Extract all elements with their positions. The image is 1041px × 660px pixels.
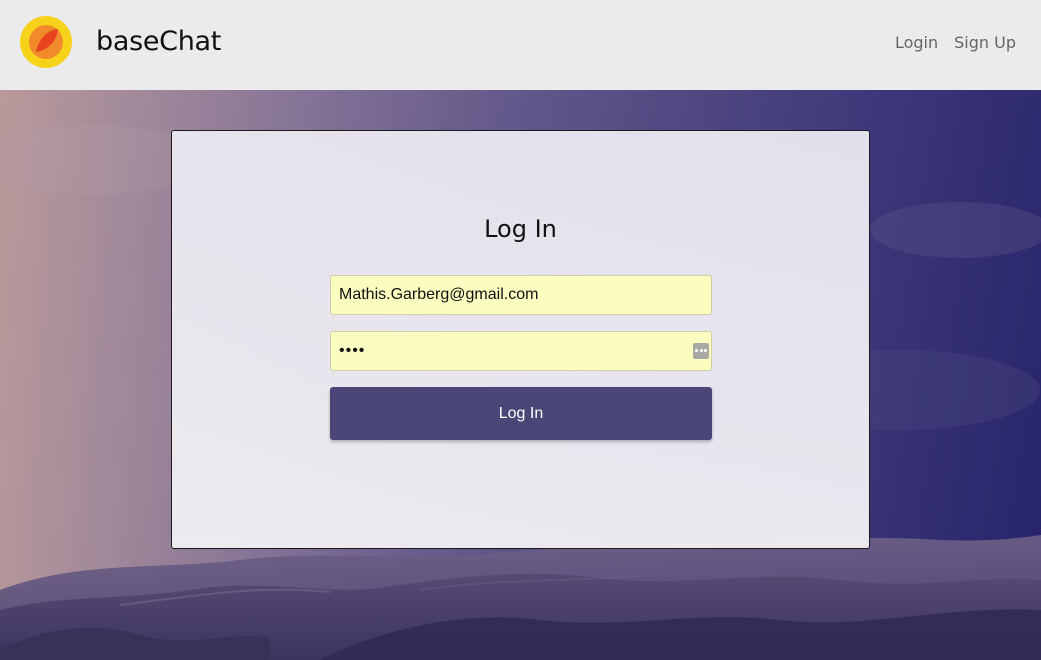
nav-login-link[interactable]: Login [895,33,938,52]
nav-signup-link[interactable]: Sign Up [954,33,1016,52]
login-card: Log In Mathis.Garberg@gmail.com •••• Log… [171,130,870,549]
password-manager-icon[interactable] [693,343,709,359]
logo-icon[interactable] [20,16,72,68]
email-field[interactable]: Mathis.Garberg@gmail.com [330,275,712,315]
password-value: •••• [339,342,366,359]
login-button[interactable]: Log In [330,387,712,440]
brand-name[interactable]: baseChat [96,26,221,57]
nav-links: Login Sign Up [895,33,1016,52]
login-title: Log In [484,215,557,243]
password-field[interactable]: •••• [330,331,712,371]
navbar: baseChat Login Sign Up [0,0,1041,90]
page: baseChat Login Sign Up Log In Mathis.Gar… [0,0,1041,660]
